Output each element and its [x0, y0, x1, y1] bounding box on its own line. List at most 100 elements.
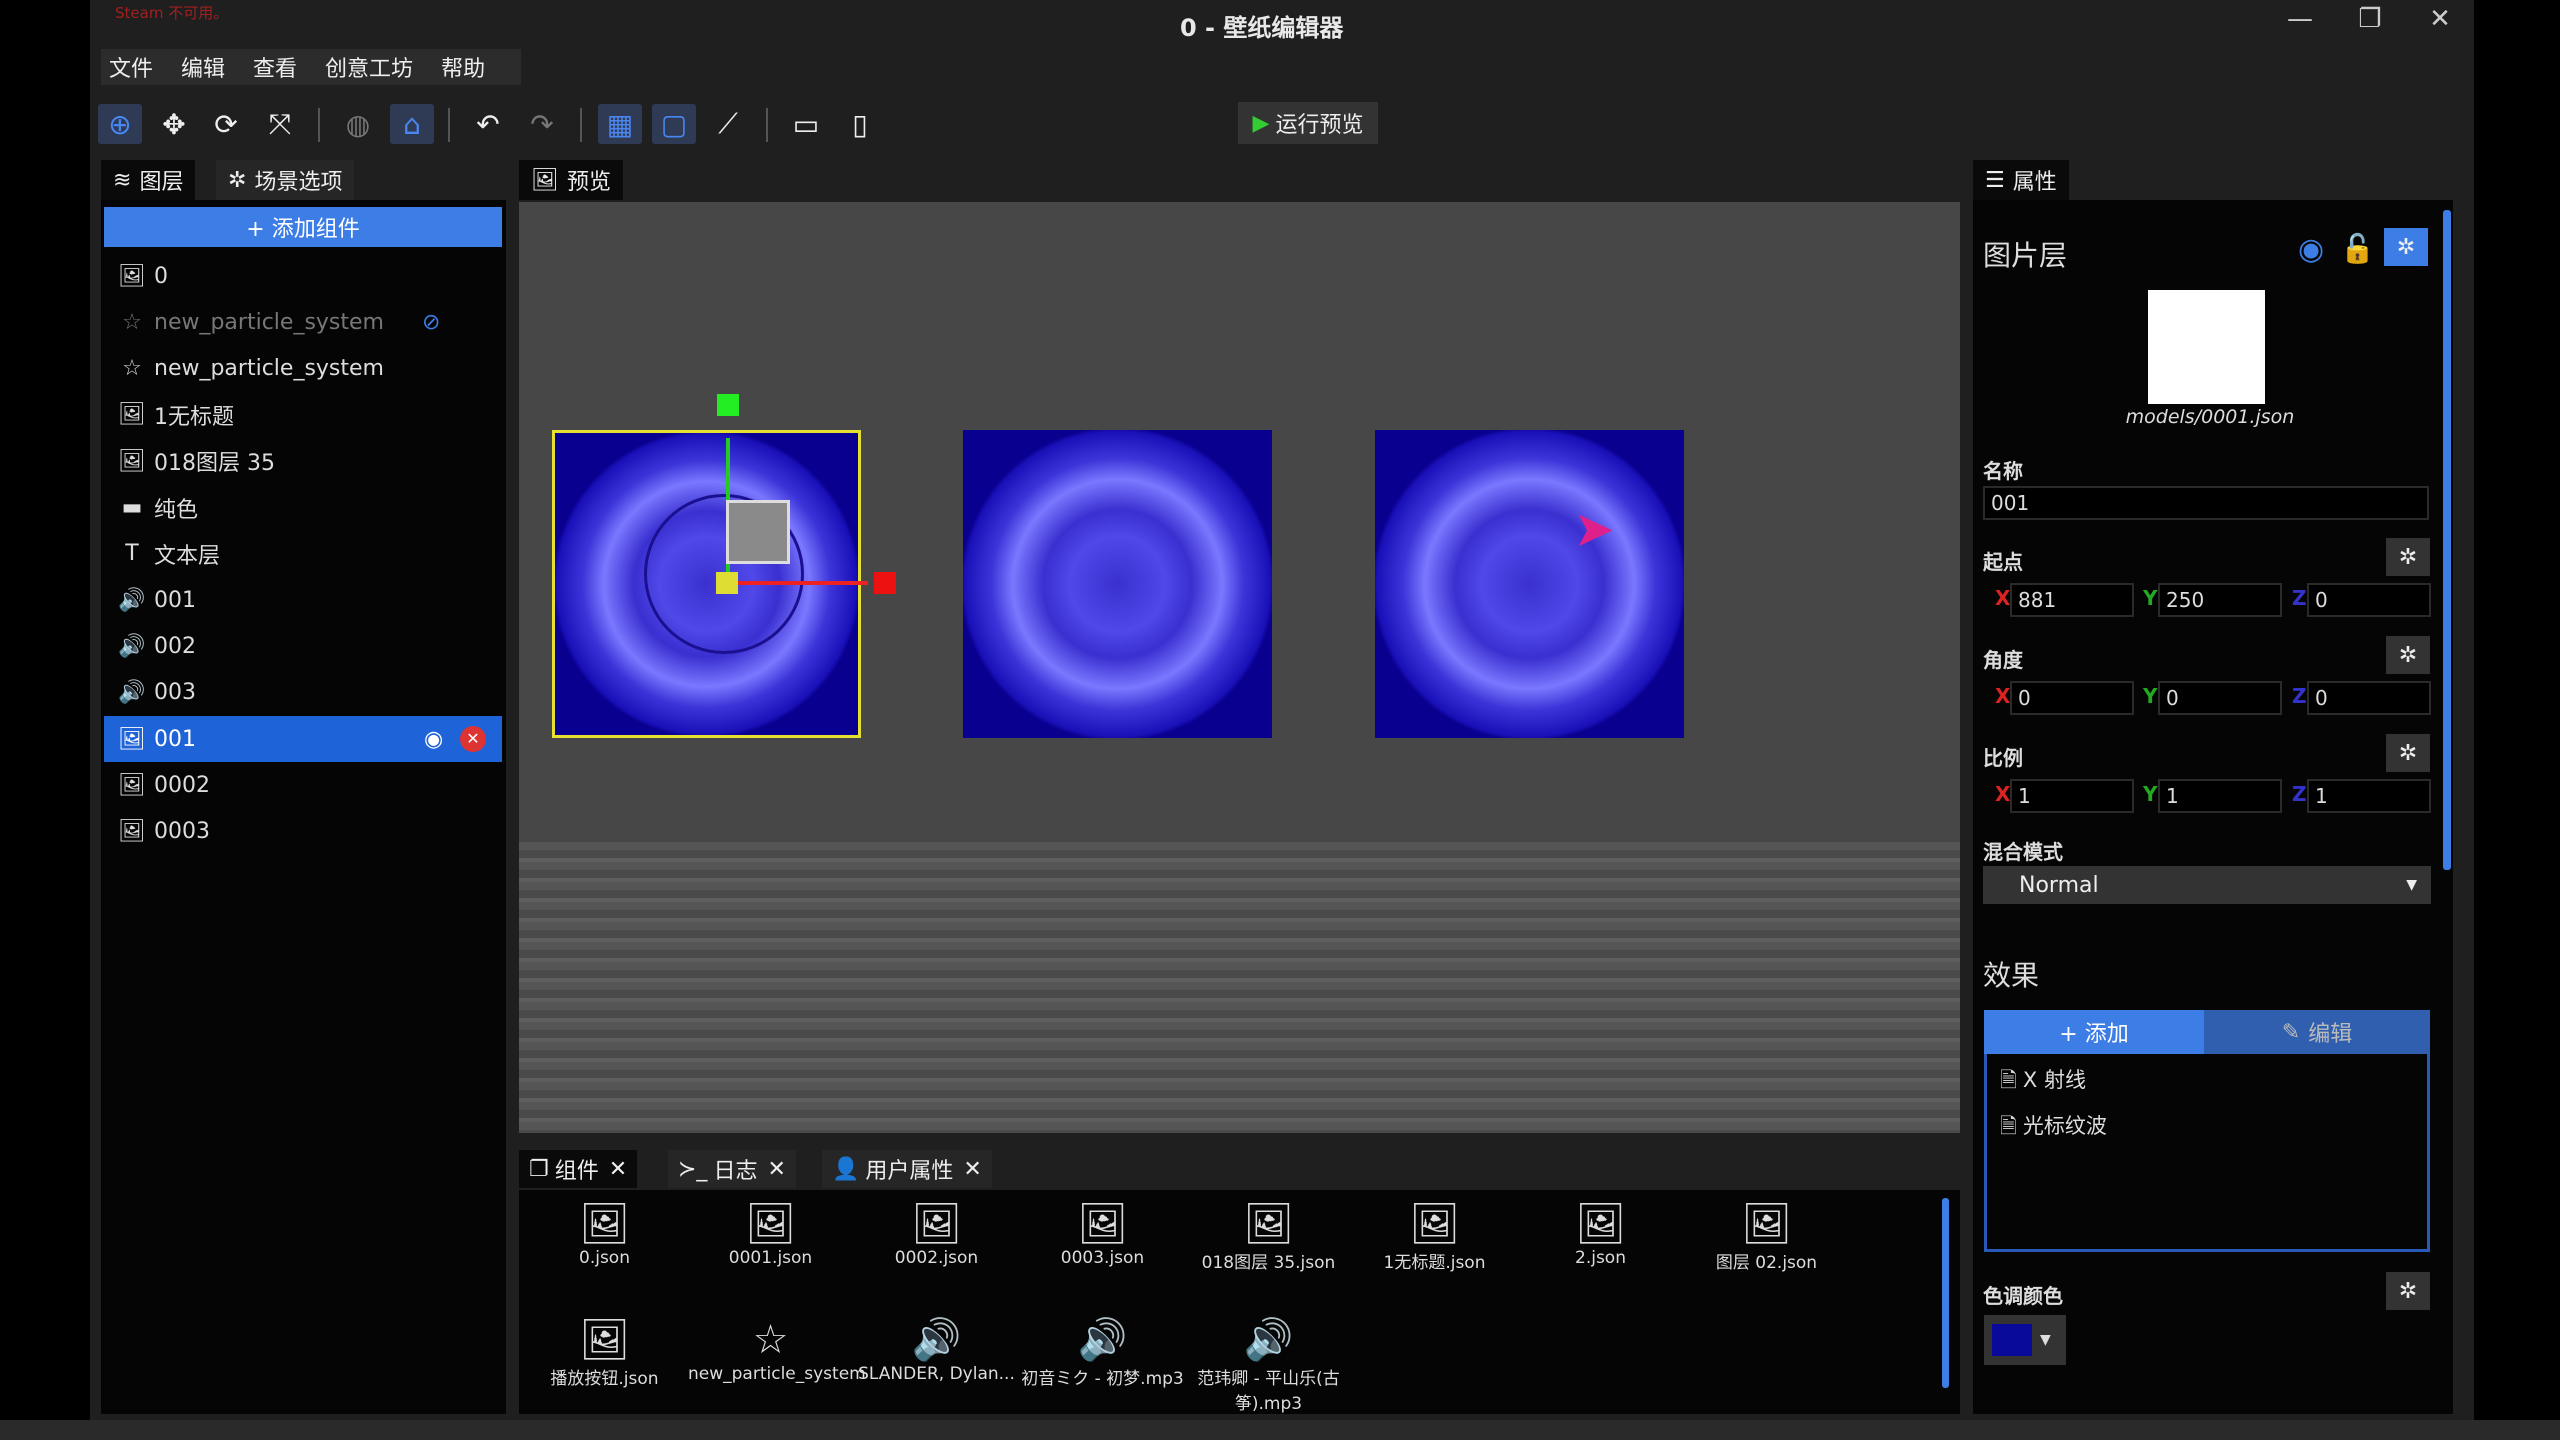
asset-item-label: 0003.json	[1060, 1248, 1145, 1268]
menu-workshop[interactable]: 创意工坊	[325, 51, 413, 83]
layer-item[interactable]: 🖼 018图层 35	[104, 438, 502, 484]
properties-scrollbar[interactable]	[2443, 210, 2451, 870]
delete-layer-icon[interactable]: ✕	[460, 726, 486, 752]
plane-handle[interactable]	[726, 500, 790, 564]
asset-item[interactable]: 🖼 0001.json	[688, 1200, 853, 1268]
scale-z-input[interactable]: 1	[2307, 779, 2431, 813]
origin-gear-icon[interactable]: ✲	[2386, 538, 2430, 576]
maximize-button[interactable]: ❐	[2350, 4, 2390, 34]
scene-preview[interactable]: ➤	[519, 202, 1960, 1133]
add-effect-button[interactable]: + 添加	[1984, 1010, 2204, 1054]
scale-x-input[interactable]: 1	[2010, 779, 2134, 813]
layer-item[interactable]: 🖼 0	[104, 253, 502, 299]
asset-item[interactable]: 🖼 1无标题.json	[1352, 1200, 1517, 1273]
scale-icon[interactable]: ⤧	[258, 104, 302, 144]
edit-effect-button[interactable]: ✎ 编辑	[2204, 1010, 2430, 1054]
tint-gear-icon[interactable]: ✲	[2386, 1272, 2430, 1310]
hidden-eye-icon[interactable]: ⊘	[422, 310, 440, 335]
layer-item[interactable]: 🖼 0002	[104, 762, 502, 808]
tab-layers[interactable]: ≋ 图层	[101, 160, 196, 200]
angle-y-input[interactable]: 0	[2158, 681, 2282, 715]
origin-y-input[interactable]: 250	[2158, 583, 2282, 617]
frame-icon[interactable]: ▢	[652, 104, 696, 144]
graph-icon[interactable]: ⟋	[706, 104, 750, 144]
layer-item[interactable]: ▬ 纯色	[104, 485, 502, 531]
layer-item-label: 001	[154, 587, 196, 613]
asset-item[interactable]: 🖼 0003.json	[1020, 1200, 1185, 1268]
asset-item[interactable]: ☆ new_particle_system	[688, 1316, 866, 1384]
asset-item[interactable]: 🖼 图层 02.json	[1684, 1200, 1849, 1273]
layer-item[interactable]: 🖼 001 ◉ ✕	[104, 716, 502, 762]
asset-item[interactable]: 🖼 播放按钮.json	[522, 1316, 687, 1389]
scale-gear-icon[interactable]: ✲	[2386, 734, 2430, 772]
menu-help[interactable]: 帮助	[441, 51, 485, 83]
image-layer-0003[interactable]	[1375, 430, 1684, 738]
asset-item[interactable]: 🔊 SLANDER, Dylan...	[854, 1316, 1019, 1384]
layer-settings-gear-icon[interactable]: ✲	[2384, 228, 2428, 266]
home-icon[interactable]: ⌂	[390, 104, 434, 144]
components-scrollbar[interactable]	[1942, 1198, 1949, 1388]
unlock-icon[interactable]: 🔓	[2340, 232, 2375, 265]
tab-components[interactable]: ❐ 组件 ✕	[519, 1150, 638, 1188]
close-tab-icon[interactable]: ✕	[767, 1157, 785, 1182]
rotate-icon[interactable]: ⟳	[204, 104, 248, 144]
layer-item[interactable]: 🔊 003	[104, 670, 502, 716]
move-icon[interactable]: ✥	[152, 104, 196, 144]
origin-z-input[interactable]: 0	[2307, 583, 2431, 617]
globe-icon[interactable]: ◍	[336, 104, 380, 144]
tab-log[interactable]: ≻_ 日志 ✕	[668, 1150, 796, 1188]
visibility-eye-icon[interactable]: ◉	[424, 727, 443, 752]
tab-scene-options[interactable]: ✲ 场景选项	[216, 160, 355, 200]
minimize-button[interactable]: —	[2280, 4, 2320, 34]
menu-view[interactable]: 查看	[253, 51, 297, 83]
visibility-eye-icon[interactable]: ◉	[2298, 232, 2324, 267]
image-layer-0002[interactable]	[963, 430, 1272, 738]
tab-preview[interactable]: 🖼 预览	[519, 160, 623, 200]
tab-properties[interactable]: ☰ 属性	[1973, 160, 2069, 200]
layer-item[interactable]: 🔊 001	[104, 577, 502, 623]
mobile-icon[interactable]: ▯	[838, 104, 882, 144]
menu-file[interactable]: 文件	[109, 51, 153, 83]
grid-icon[interactable]: ▦	[598, 104, 642, 144]
x-axis-end-handle[interactable]	[874, 572, 896, 594]
angle-gear-icon[interactable]: ✲	[2386, 636, 2430, 674]
run-preview-button[interactable]: ▶ 运行预览	[1238, 102, 1378, 144]
close-tab-icon[interactable]: ✕	[609, 1157, 627, 1182]
layer-item[interactable]: T 文本层	[104, 531, 502, 577]
close-button[interactable]: ✕	[2420, 4, 2460, 34]
texture-thumbnail[interactable]	[2148, 290, 2265, 404]
layer-item[interactable]: 🖼 1无标题	[104, 392, 502, 438]
asset-item[interactable]: 🔊 范玮卿 - 平山乐(古筝).mp3	[1186, 1316, 1351, 1414]
sound-icon: 🔊	[911, 1317, 962, 1363]
effect-item[interactable]: 🗎 X 射线	[2000, 1064, 2086, 1101]
redo-icon[interactable]: ↷	[520, 104, 564, 144]
asset-item[interactable]: 🖼 0.json	[522, 1200, 687, 1268]
asset-item[interactable]: 🔊 初音ミク - 初梦.mp3	[1020, 1316, 1185, 1389]
tint-color-picker[interactable]: ▼	[1984, 1315, 2066, 1365]
layer-item[interactable]: ☆ new_particle_system ⊘	[104, 299, 502, 345]
scale-y-input[interactable]: 1	[2158, 779, 2282, 813]
y-axis-end-handle[interactable]	[717, 394, 739, 416]
name-input[interactable]: 001	[1983, 486, 2429, 520]
asset-item[interactable]: 🖼 2.json	[1518, 1200, 1683, 1268]
blend-mode-select[interactable]: Normal ▼	[1983, 866, 2431, 904]
desktop-icon[interactable]: ▭	[784, 104, 828, 144]
layer-item[interactable]: 🖼 0003	[104, 809, 502, 855]
close-tab-icon[interactable]: ✕	[963, 1157, 981, 1182]
origin-x-input[interactable]: 881	[2010, 583, 2134, 617]
x-axis-handle[interactable]	[728, 581, 868, 585]
asset-item[interactable]: 🖼 018图层 35.json	[1186, 1200, 1351, 1273]
asset-item[interactable]: 🖼 0002.json	[854, 1200, 1019, 1268]
angle-x-input[interactable]: 0	[2010, 681, 2134, 715]
center-handle[interactable]	[716, 572, 738, 594]
layer-item[interactable]: ☆ new_particle_system	[104, 346, 502, 392]
image-icon: 🖼	[579, 1317, 630, 1363]
menu-edit[interactable]: 编辑	[181, 51, 225, 83]
tab-user-properties[interactable]: 👤 用户属性 ✕	[822, 1150, 992, 1188]
layer-item[interactable]: 🔊 002	[104, 623, 502, 669]
select-icon[interactable]: ⊕	[98, 104, 142, 144]
add-component-button[interactable]: + 添加组件	[104, 207, 502, 247]
angle-z-input[interactable]: 0	[2307, 681, 2431, 715]
effect-item[interactable]: 🗎 光标纹波	[2000, 1110, 2107, 1147]
undo-icon[interactable]: ↶	[466, 104, 510, 144]
